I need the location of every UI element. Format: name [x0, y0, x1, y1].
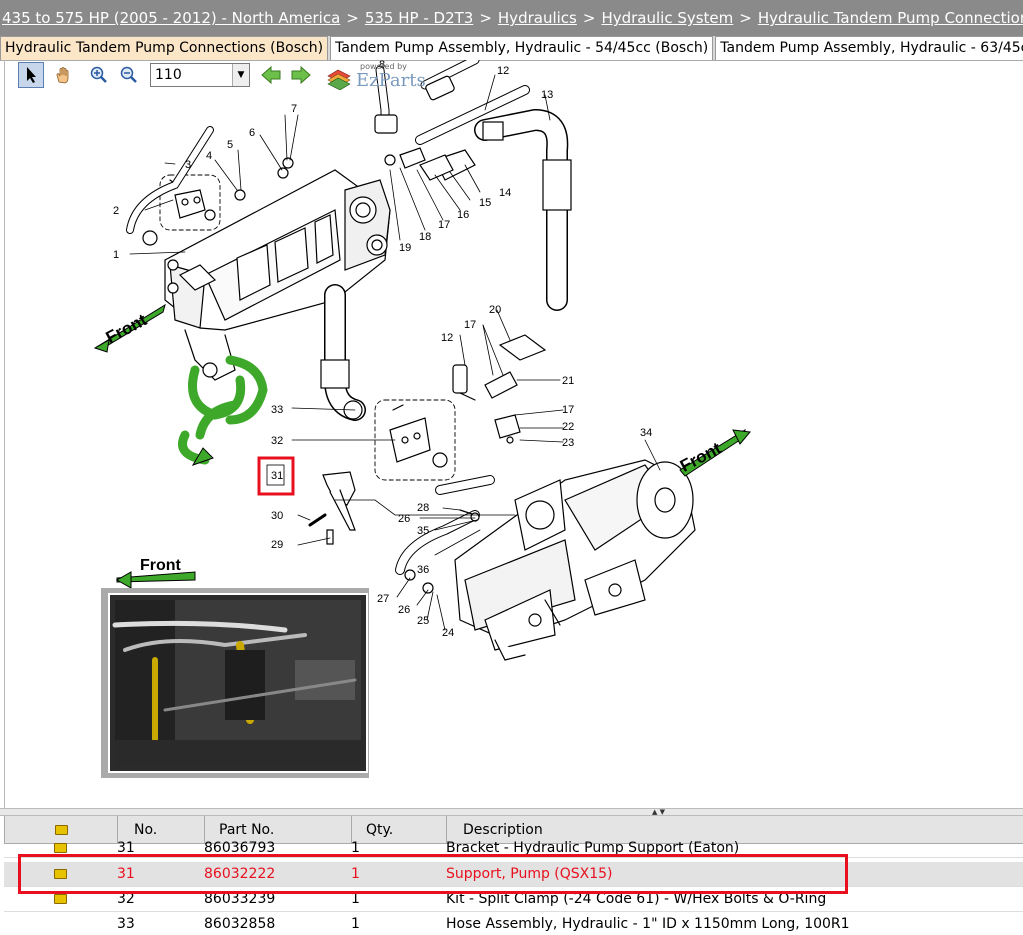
zoom-out-button[interactable] — [116, 62, 142, 88]
forward-arrow-icon — [291, 66, 311, 84]
zoom-level-value: 110 — [155, 67, 182, 83]
zoom-level-select[interactable]: 110 ▼ — [150, 63, 250, 87]
breadcrumb-separator: > — [346, 9, 359, 27]
breadcrumb-item-hydraulic-system[interactable]: Hydraulic System — [601, 9, 733, 27]
front-label-top: Front — [103, 310, 151, 347]
callout-13: 13 — [541, 89, 553, 101]
callout-21: 21 — [562, 375, 574, 387]
splitter-grip-icon: ▲ ▼ — [652, 808, 665, 816]
back-arrow-icon — [261, 66, 281, 84]
row-description: Hose Assembly, Hydraulic - 1" ID x 1150m… — [446, 916, 850, 932]
row-no: 33 — [117, 916, 135, 932]
front-label-lower: Front — [677, 438, 725, 475]
brand-name: EzParts — [356, 70, 426, 91]
tab-tandem-pump-connections[interactable]: Hydraulic Tandem Pump Connections (Bosch… — [0, 36, 329, 60]
front-label-photo: Front — [140, 557, 182, 574]
callout-18: 18 — [419, 231, 431, 243]
parts-diagram[interactable]: Front Front Front 1 2 3 4 5 6 7 8 12 13 … — [5, 60, 1022, 808]
folder-icon — [53, 842, 67, 853]
front-arrow-lower: Front — [677, 428, 751, 477]
tab-tandem-pump-63-45[interactable]: Tandem Pump Assembly, Hydraulic - 63/45c… — [715, 36, 1023, 60]
top-pump-assembly — [126, 60, 572, 381]
breadcrumb-item-model[interactable]: 535 HP - D2T3 — [365, 9, 473, 27]
breadcrumb-separator: > — [582, 9, 596, 27]
breadcrumb-separator: > — [479, 9, 492, 27]
callout-6: 6 — [249, 127, 255, 139]
callout-17c: 17 — [562, 404, 574, 416]
parts-table: No. Part No. Qty. Description 31 8603679… — [4, 816, 1023, 935]
table-row[interactable]: 33 86032858 1 Hose Assembly, Hydraulic -… — [4, 912, 1023, 935]
front-arrow-photo: Front — [115, 557, 196, 589]
callout-22: 22 — [562, 421, 574, 433]
folder-icon — [54, 824, 68, 835]
photo-inset — [101, 588, 369, 778]
row-qty: 1 — [351, 916, 360, 932]
callout-4: 4 — [206, 150, 212, 162]
callout-26b: 26 — [398, 604, 410, 616]
zoom-out-icon — [120, 66, 137, 83]
callout-7: 7 — [291, 103, 297, 115]
row-part-no: 86032858 — [204, 916, 276, 932]
chevron-down-icon[interactable]: ▼ — [232, 64, 249, 86]
callout-17: 17 — [438, 219, 450, 231]
diagram-viewer[interactable]: Front Front Front 1 2 3 4 5 6 7 8 12 13 … — [4, 60, 1023, 808]
callout-25: 25 — [417, 615, 429, 627]
pane-splitter[interactable]: ▲ ▼ — [0, 808, 1023, 816]
tab-strip: Hydraulic Tandem Pump Connections (Bosch… — [0, 36, 1023, 61]
callout-26: 26 — [398, 513, 410, 525]
callout-24: 24 — [442, 627, 454, 639]
callout-28: 28 — [417, 502, 429, 514]
callout-35: 35 — [417, 525, 429, 537]
callout-20: 20 — [489, 304, 501, 316]
callout-15: 15 — [479, 197, 491, 209]
row-icon-cell — [4, 912, 116, 935]
callout-1: 1 — [113, 249, 119, 261]
callout-29: 29 — [271, 539, 283, 551]
next-page-button[interactable] — [288, 62, 314, 88]
callout-12b: 12 — [441, 332, 453, 344]
pointer-tool-button[interactable] — [18, 62, 44, 88]
selected-row-highlight — [18, 854, 848, 894]
zoom-in-button[interactable] — [86, 62, 112, 88]
callout-33: 33 — [271, 404, 283, 416]
callout-17b: 17 — [464, 319, 476, 331]
ezparts-brand: powered by EzParts — [326, 60, 436, 92]
tab-tandem-pump-54-45[interactable]: Tandem Pump Assembly, Hydraulic - 54/45c… — [330, 36, 714, 60]
breadcrumb-item-hydraulics[interactable]: Hydraulics — [498, 9, 577, 27]
breadcrumb-item-current[interactable]: Hydraulic Tandem Pump Connections (Bosch… — [758, 9, 1023, 27]
callout-32: 32 — [271, 435, 283, 447]
callout-34: 34 — [640, 427, 652, 439]
lower-pump-assembly — [454, 459, 696, 661]
breadcrumb-separator: > — [739, 9, 752, 27]
zoom-in-icon — [90, 66, 107, 83]
callout-5: 5 — [227, 139, 233, 151]
callout-16: 16 — [457, 209, 469, 221]
previous-page-button[interactable] — [258, 62, 284, 88]
callout-14: 14 — [499, 187, 511, 199]
callout-31: 31 — [271, 470, 283, 482]
pointer-icon — [27, 67, 36, 83]
folder-icon — [53, 894, 67, 904]
breadcrumb-item-series[interactable]: 435 to 575 HP (2005 - 2012) - North Amer… — [2, 9, 340, 27]
callout-30: 30 — [271, 510, 283, 522]
breadcrumb: 435 to 575 HP (2005 - 2012) - North Amer… — [0, 0, 1023, 36]
hand-icon — [56, 67, 69, 84]
pan-tool-button[interactable] — [50, 62, 76, 88]
callout-27: 27 — [377, 593, 389, 605]
callout-19: 19 — [399, 242, 411, 254]
callout-23: 23 — [562, 437, 574, 449]
callout-12: 12 — [497, 65, 509, 77]
ezparts-logo — [327, 69, 351, 90]
callout-36: 36 — [417, 564, 429, 576]
viewer-toolbar: 110 ▼ powered by EzParts — [4, 60, 426, 92]
callout-3: 3 — [185, 159, 191, 171]
front-arrow-top: Front — [93, 303, 166, 353]
callout-2: 2 — [113, 205, 119, 217]
